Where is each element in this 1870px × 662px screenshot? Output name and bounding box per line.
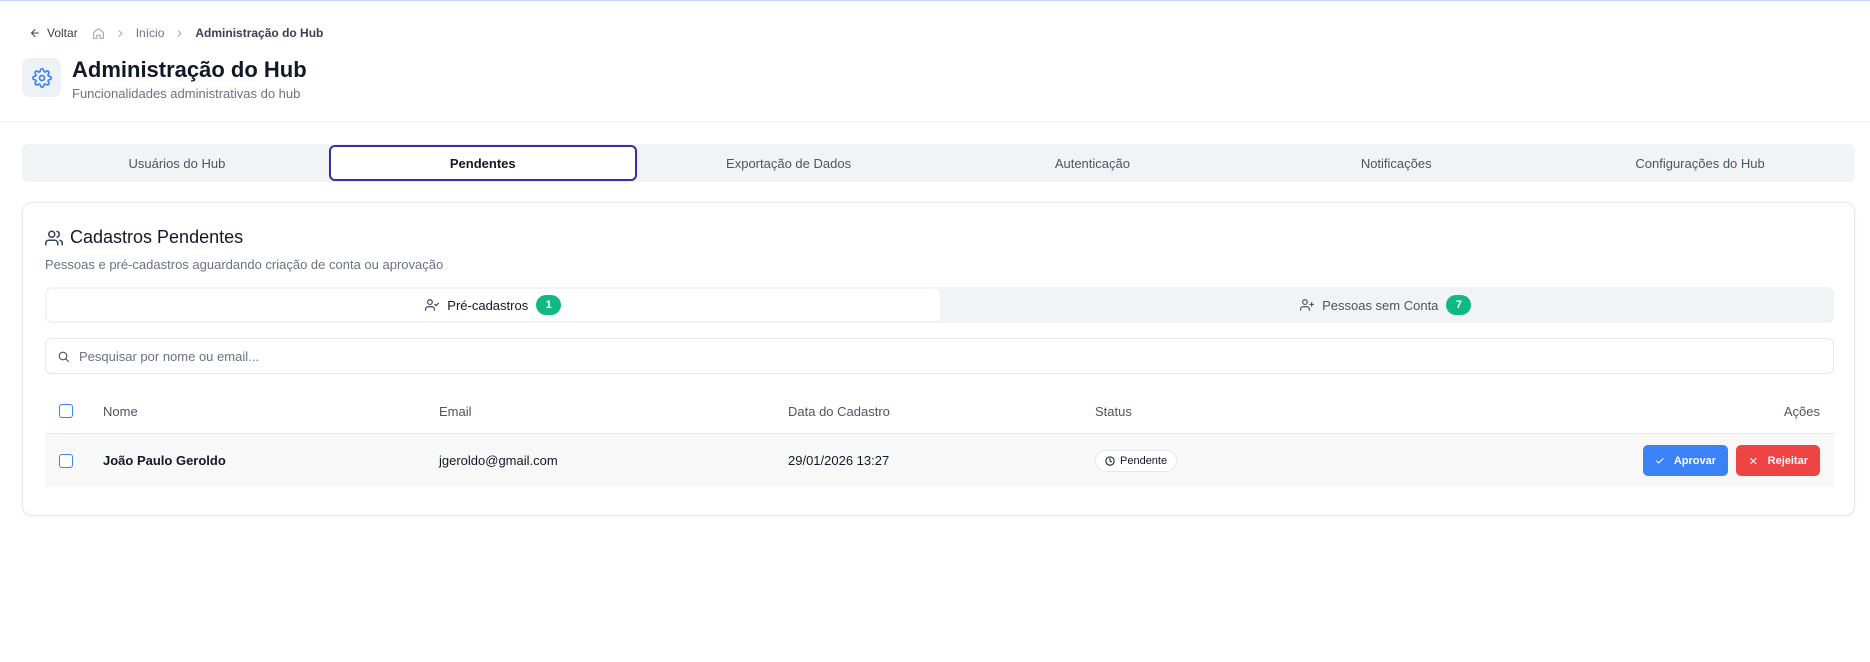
page-header: Administração do Hub Funcionalidades adm… (22, 57, 307, 101)
pending-table: Nome Email Data do Cadastro Status Ações… (45, 389, 1834, 487)
table-row: João Paulo Geroldo jgeroldo@gmail.com 29… (45, 434, 1834, 487)
close-icon (1750, 457, 1757, 464)
users-icon (45, 230, 63, 245)
back-link[interactable]: Voltar (29, 26, 78, 40)
subtab-pre-cadastros[interactable]: Pré-cadastros 1 (47, 289, 940, 321)
tab-pendentes[interactable]: Pendentes (328, 145, 637, 181)
header-icon-box (22, 58, 61, 97)
chevron-right-icon (115, 28, 126, 39)
search-icon (58, 351, 69, 362)
card-title: Cadastros Pendentes (45, 227, 243, 248)
reject-button[interactable]: Rejeitar (1736, 445, 1820, 476)
subtab-pessoas-sem-conta[interactable]: Pessoas sem Conta 7 (940, 289, 1833, 321)
count-badge: 1 (536, 295, 562, 315)
arrow-left-icon (31, 29, 39, 37)
approve-button[interactable]: Aprovar (1643, 445, 1728, 476)
chevron-right-icon (174, 28, 185, 39)
tab-exportacao-de-dados[interactable]: Exportação de Dados (637, 145, 941, 181)
subtab-label: Pré-cadastros (447, 297, 529, 313)
status-badge: Pendente (1095, 449, 1178, 472)
subtab-label: Pessoas sem Conta (1322, 297, 1439, 313)
pending-registrations-card: Cadastros Pendentes Pessoas e pré-cadast… (22, 202, 1855, 516)
home-link[interactable] (92, 27, 105, 40)
select-all-checkbox[interactable] (59, 404, 73, 418)
search-box (45, 338, 1834, 374)
header-divider (0, 121, 1870, 122)
row-email: jgeroldo@gmail.com (439, 453, 558, 468)
breadcrumb-home-label[interactable]: Início (136, 26, 165, 40)
count-badge: 7 (1446, 295, 1472, 315)
row-date: 29/01/2026 13:27 (788, 453, 890, 468)
tab-configuracoes-do-hub[interactable]: Configurações do Hub (1548, 145, 1852, 181)
row-name: João Paulo Geroldo (103, 453, 226, 468)
sub-tabs: Pré-cadastros 1 Pessoas sem Conta 7 (45, 287, 1834, 323)
tab-autenticacao[interactable]: Autenticação (940, 145, 1244, 181)
card-title-text: Cadastros Pendentes (70, 227, 244, 247)
top-accent-line (0, 0, 1870, 1)
reject-label: Rejeitar (1767, 454, 1808, 467)
table-header: Nome Email Data do Cadastro Status Ações (45, 389, 1834, 434)
status-label: Pendente (1120, 454, 1168, 467)
gear-icon (31, 67, 52, 88)
column-header-status: Status (1095, 403, 1132, 419)
main-tabs: Usuários do Hub Pendentes Exportação de … (22, 144, 1855, 182)
user-plus-icon (1300, 299, 1315, 311)
approve-label: Aprovar (1673, 454, 1716, 467)
tab-usuarios-do-hub[interactable]: Usuários do Hub (25, 145, 329, 181)
column-header-acoes: Ações (1783, 403, 1820, 419)
row-checkbox[interactable] (59, 453, 73, 468)
page-subtitle: Funcionalidades administrativas do hub (72, 86, 301, 101)
check-icon (1656, 457, 1664, 464)
page-title: Administração do Hub (72, 57, 307, 82)
clock-icon (1105, 455, 1115, 466)
column-header-nome: Nome (103, 403, 138, 419)
breadcrumb-current: Administração do Hub (195, 26, 324, 40)
card-description: Pessoas e pré-cadastros aguardando criaç… (45, 257, 444, 272)
back-label: Voltar (47, 26, 78, 40)
user-check-icon (425, 299, 440, 311)
home-icon (92, 27, 104, 39)
tab-notificacoes[interactable]: Notificações (1244, 145, 1548, 181)
column-header-data: Data do Cadastro (788, 403, 890, 419)
column-header-email: Email (439, 403, 472, 419)
search-input[interactable] (79, 348, 1833, 364)
breadcrumb: Voltar Início Administração do Hub (29, 25, 323, 41)
